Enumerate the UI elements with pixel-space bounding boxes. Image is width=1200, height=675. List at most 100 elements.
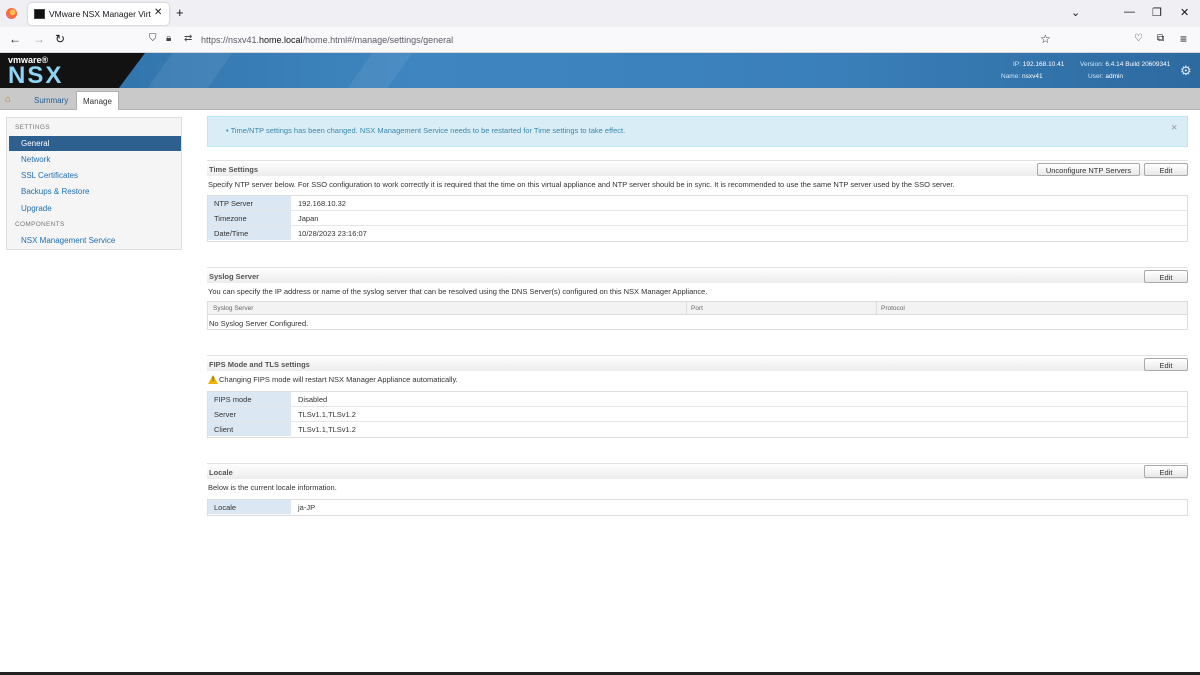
kv-value: TLSv1.1,TLSv1.2	[298, 425, 356, 434]
banner-stripe	[147, 53, 233, 88]
firefox-icon[interactable]	[6, 8, 17, 19]
kv-key: Server	[208, 407, 291, 421]
alert-text: • Time/NTP settings has been changed. NS…	[226, 126, 626, 135]
extensions-icon[interactable]: ⧉	[1157, 33, 1164, 45]
permissions-icon[interactable]: ⇄	[184, 33, 192, 44]
settings-gear-icon[interactable]: ⚙	[1180, 63, 1192, 79]
banner-stripe	[347, 53, 413, 88]
ip-value: 192.168.10.41	[1022, 61, 1065, 68]
sidebar-item-backups-restore[interactable]: Backups & Restore	[21, 187, 89, 196]
nsx-favicon-icon	[34, 9, 45, 19]
syslog-table: Syslog Server Port Protocol No Syslog Se…	[207, 301, 1188, 330]
forward-button[interactable]: →	[33, 33, 45, 45]
fips-table: FIPS mode Disabled Server TLSv1.1,TLSv1.2 …	[207, 391, 1188, 438]
reload-button[interactable]: ↻	[55, 33, 65, 45]
url-path: /home.html#/manage/settings/general	[302, 35, 454, 45]
url-domain: home.local	[259, 35, 303, 45]
kv-row: Locale ja-JP	[208, 500, 1187, 515]
time-settings-description: Specify NTP server below. For SSO config…	[208, 180, 955, 189]
sidebar-heading-settings: SETTINGS	[15, 124, 50, 131]
column-header-syslog-server[interactable]: Syslog Server	[213, 305, 253, 312]
ip-label: IP:	[1013, 61, 1021, 68]
browser-tab[interactable]: VMware NSX Manager Virtual A ✕	[28, 3, 169, 25]
user-info: User: admin	[1088, 73, 1123, 80]
user-label: User:	[1088, 73, 1104, 80]
warning-icon	[208, 375, 218, 384]
kv-key: NTP Server	[208, 196, 291, 210]
syslog-header: Syslog Server	[207, 267, 1188, 283]
close-window-button[interactable]: ✕	[1180, 6, 1189, 19]
restore-button[interactable]: ❐	[1152, 6, 1162, 19]
bookmark-star-icon[interactable]: ☆	[1040, 33, 1051, 45]
kv-row: NTP Server 192.168.10.32	[208, 196, 1187, 211]
shield-icon[interactable]: ⛉	[149, 33, 157, 44]
fips-title: FIPS Mode and TLS settings	[209, 360, 310, 369]
browser-tab-title: VMware NSX Manager Virtual A	[49, 9, 151, 19]
kv-row: Timezone Japan	[208, 211, 1187, 226]
info-alert: • Time/NTP settings has been changed. NS…	[207, 116, 1188, 147]
tab-manage[interactable]: Manage	[76, 91, 119, 110]
alert-close-icon[interactable]: ×	[1171, 122, 1177, 134]
kv-value: 10/28/2023 23:16:07	[298, 229, 367, 238]
time-settings-table: NTP Server 192.168.10.32 Timezone Japan Da…	[207, 195, 1188, 242]
url-prefix: https://nsxv41.	[201, 35, 260, 45]
locale-title: Locale	[209, 468, 233, 477]
version-label: Version:	[1080, 61, 1104, 68]
kv-key: Client	[208, 422, 291, 436]
sidebar-item-network[interactable]: Network	[21, 155, 50, 164]
url-bar[interactable]: https://nsxv41.home.local/home.html#/man…	[201, 35, 453, 45]
new-tab-button[interactable]: +	[176, 5, 184, 20]
kv-key: FIPS mode	[208, 392, 291, 406]
minimize-button[interactable]: —	[1124, 6, 1135, 18]
version-value: 6.4.14 Build 20609341	[1105, 61, 1171, 68]
tab-list-chevron-icon[interactable]: ⌄	[1071, 6, 1080, 19]
pocket-icon[interactable]: ♡	[1134, 33, 1143, 45]
back-button[interactable]: ←	[9, 33, 21, 45]
app-tab-bar: ⌂ Summary Manage	[0, 88, 1200, 110]
locale-table: Locale ja-JP	[207, 499, 1188, 516]
kv-value: Disabled	[298, 395, 328, 404]
version-info: Version: 6.4.14 Build 20609341	[1080, 61, 1170, 68]
fips-header: FIPS Mode and TLS settings	[207, 355, 1188, 371]
syslog-description: You can specify the IP address or name o…	[208, 287, 708, 296]
kv-key: Locale	[208, 500, 291, 514]
settings-sidebar: SETTINGS General Network SSL Certificate…	[6, 117, 182, 250]
name-value: nsxv41	[1021, 73, 1043, 80]
kv-key: Date/Time	[208, 226, 291, 240]
user-value: admin	[1105, 73, 1124, 80]
kv-row: Client TLSv1.1,TLSv1.2	[208, 422, 1187, 437]
home-icon[interactable]: ⌂	[5, 94, 19, 106]
name-info: Name: nsxv41	[1001, 73, 1043, 80]
locale-description: Below is the current locale information.	[208, 483, 337, 492]
time-settings-edit-button[interactable]: Edit	[1144, 163, 1188, 176]
locale-header: Locale	[207, 463, 1188, 479]
sidebar-item-nsx-management-service[interactable]: NSX Management Service	[21, 236, 115, 245]
column-header-port[interactable]: Port	[691, 305, 703, 312]
syslog-empty-message: No Syslog Server Configured.	[209, 319, 309, 328]
unconfigure-ntp-button[interactable]: Unconfigure NTP Servers	[1037, 163, 1140, 176]
fips-edit-button[interactable]: Edit	[1144, 358, 1188, 371]
kv-value: TLSv1.1,TLSv1.2	[298, 410, 356, 419]
kv-key: Timezone	[208, 211, 291, 225]
sidebar-item-upgrade[interactable]: Upgrade	[21, 204, 52, 213]
locale-edit-button[interactable]: Edit	[1144, 465, 1188, 478]
ip-info: IP: 192.168.10.41	[1013, 61, 1064, 68]
column-divider	[876, 302, 877, 315]
time-settings-title: Time Settings	[209, 165, 259, 174]
tab-summary[interactable]: Summary	[28, 91, 74, 110]
kv-value: Japan	[298, 214, 319, 223]
nsx-banner: vmware® NSX IP: 192.168.10.41 Version: 6…	[0, 53, 1200, 88]
syslog-edit-button[interactable]: Edit	[1144, 270, 1188, 283]
column-divider	[686, 302, 687, 315]
kv-row: Server TLSv1.1,TLSv1.2	[208, 407, 1187, 422]
tab-close-icon[interactable]: ✕	[154, 7, 162, 18]
lock-icon[interactable]: 🔒︎	[166, 33, 171, 44]
browser-tab-bar: VMware NSX Manager Virtual A ✕ + ⌄ — ❐ ✕	[0, 0, 1200, 27]
menu-icon[interactable]: ≡	[1180, 33, 1187, 45]
sidebar-item-general[interactable]: General	[9, 136, 181, 151]
nsx-logo: NSX	[8, 62, 64, 88]
kv-row: FIPS mode Disabled	[208, 392, 1187, 407]
column-header-protocol[interactable]: Protocol	[881, 305, 905, 312]
sidebar-item-ssl-certificates[interactable]: SSL Certificates	[21, 171, 78, 180]
kv-value: ja-JP	[298, 503, 316, 512]
